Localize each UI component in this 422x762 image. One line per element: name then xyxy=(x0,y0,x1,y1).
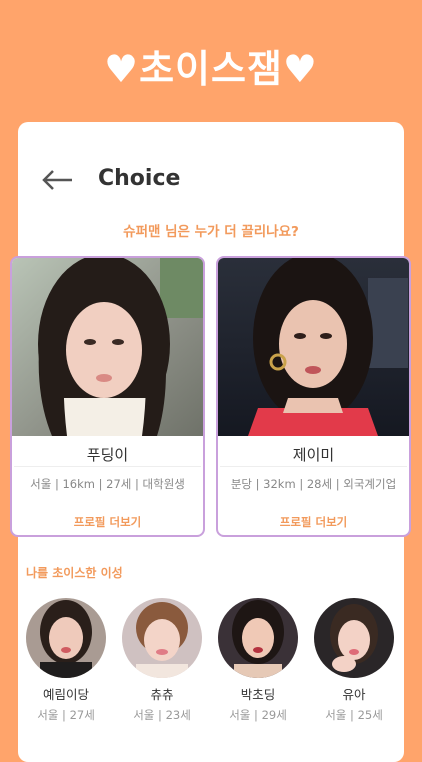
chosen-person[interactable]: 유아 서울 | 25세 xyxy=(312,598,396,723)
chosen-person-info: 서울 | 29세 xyxy=(229,708,287,722)
avatar xyxy=(26,598,106,678)
chosen-person-info: 서울 | 25세 xyxy=(325,708,383,722)
chosen-person-name: 유아 xyxy=(342,687,366,702)
chosen-person-name: 츄츄 xyxy=(150,687,174,702)
avatar xyxy=(122,598,202,678)
choice-question: 슈퍼맨 님은 누가 더 끌리나요? xyxy=(123,224,299,240)
divider xyxy=(220,466,407,467)
chosen-person[interactable]: 예림이당 서울 | 27세 xyxy=(24,598,108,723)
app-banner-title: ♥초이스잼♥ xyxy=(104,47,318,91)
profile-card-left[interactable]: 푸딩이 서울 | 16km | 27세 | 대학원생 프로필 더보기 xyxy=(10,256,205,537)
chosen-person-info: 서울 | 27세 xyxy=(37,708,95,722)
chosen-person-name: 예림이당 xyxy=(42,687,89,702)
profile-photo xyxy=(218,258,409,436)
arrow-left-icon[interactable] xyxy=(40,162,76,198)
chosen-person-name: 박초딩 xyxy=(240,687,276,702)
profile-name: 제이미 xyxy=(292,446,335,464)
profile-photo xyxy=(12,258,203,436)
profile-name: 푸딩이 xyxy=(86,446,129,464)
page-title: Choice xyxy=(98,166,181,191)
profile-card-right[interactable]: 제이미 분당 | 32km | 28세 | 외국계기업 프로필 더보기 xyxy=(216,256,411,537)
divider xyxy=(14,466,201,467)
profile-more-button[interactable]: 프로필 더보기 xyxy=(12,514,203,530)
avatar xyxy=(218,598,298,678)
chosen-person[interactable]: 박초딩 서울 | 29세 xyxy=(216,598,300,723)
avatar xyxy=(314,598,394,678)
profile-info: 서울 | 16km | 27세 | 대학원생 xyxy=(30,477,185,491)
profile-info: 분당 | 32km | 28세 | 외국계기업 xyxy=(230,477,397,491)
chosen-section-title: 나를 초이스한 이성 xyxy=(26,566,123,580)
profile-more-button[interactable]: 프로필 더보기 xyxy=(218,514,409,530)
chosen-person-info: 서울 | 23세 xyxy=(133,708,191,722)
chosen-person[interactable]: 츄츄 서울 | 23세 xyxy=(120,598,204,723)
